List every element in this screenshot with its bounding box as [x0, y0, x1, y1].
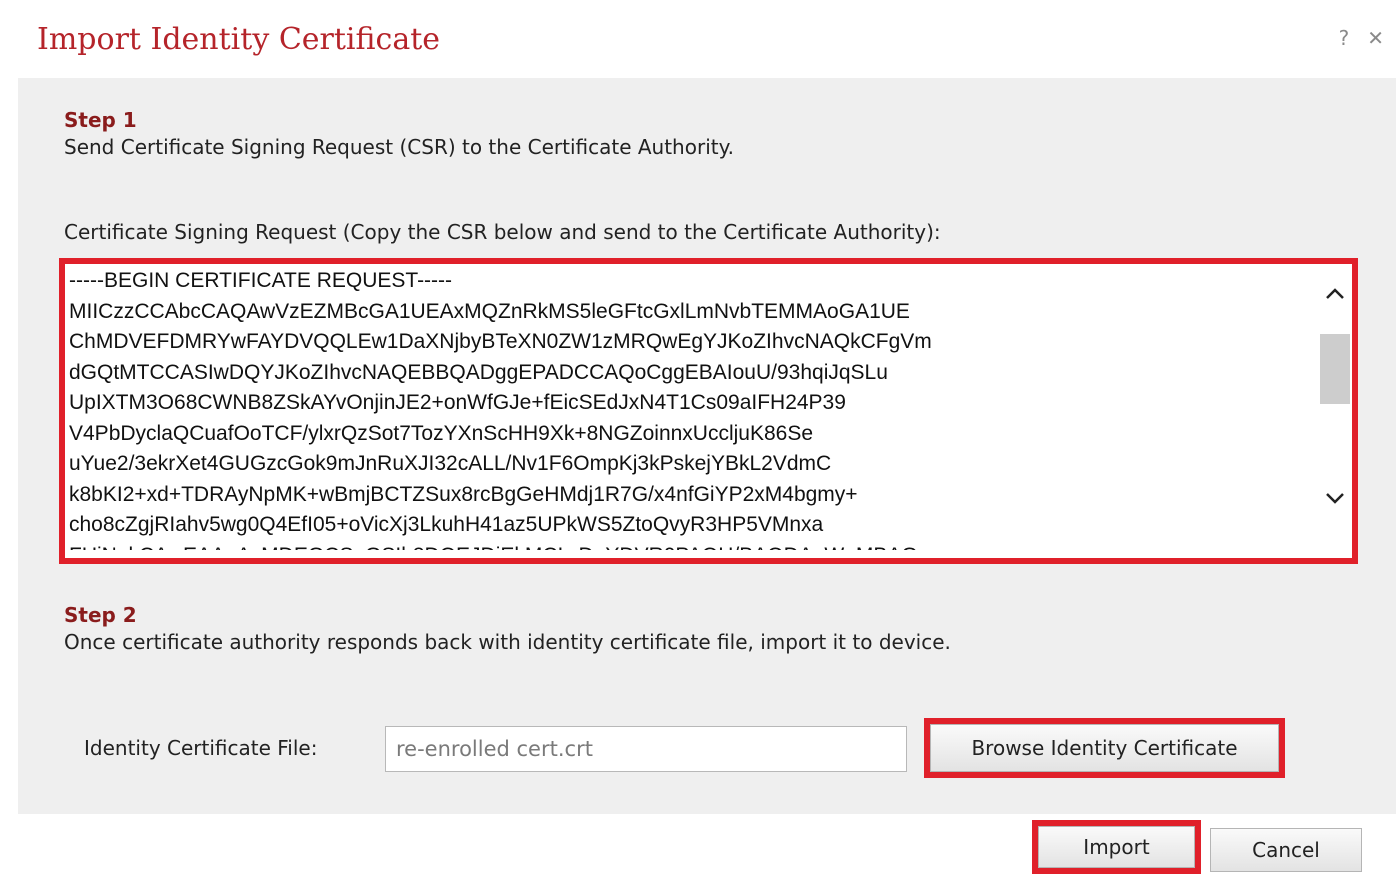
- chevron-up-icon[interactable]: [1318, 282, 1352, 312]
- dialog-title: Import Identity Certificate: [37, 22, 441, 57]
- step1-title: Step 1: [64, 108, 137, 132]
- browse-identity-certificate-button[interactable]: Browse Identity Certificate: [924, 718, 1285, 778]
- chevron-down-icon[interactable]: [1318, 486, 1352, 516]
- step2-description: Once certificate authority responds back…: [64, 630, 951, 654]
- csr-text[interactable]: -----BEGIN CERTIFICATE REQUEST----- MIIC…: [69, 266, 1314, 550]
- step1-description: Send Certificate Signing Request (CSR) t…: [64, 135, 734, 159]
- scroll-thumb[interactable]: [1320, 334, 1350, 404]
- help-icon[interactable]: ?: [1339, 26, 1350, 50]
- identity-certificate-file-input[interactable]: [385, 726, 907, 772]
- title-actions: ? ✕: [1339, 26, 1384, 50]
- csr-textarea[interactable]: -----BEGIN CERTIFICATE REQUEST----- MIIC…: [59, 258, 1358, 564]
- import-identity-certificate-dialog: Import Identity Certificate ? ✕ Step 1 S…: [0, 0, 1398, 884]
- cancel-button[interactable]: Cancel: [1210, 828, 1362, 872]
- identity-certificate-file-label: Identity Certificate File:: [84, 736, 318, 760]
- close-icon[interactable]: ✕: [1367, 26, 1384, 50]
- import-button[interactable]: Import: [1032, 820, 1201, 874]
- step2-title: Step 2: [64, 603, 137, 627]
- csr-scrollbar[interactable]: [1318, 264, 1352, 558]
- csr-label: Certificate Signing Request (Copy the CS…: [64, 220, 941, 244]
- dialog-body: Step 1 Send Certificate Signing Request …: [18, 78, 1396, 814]
